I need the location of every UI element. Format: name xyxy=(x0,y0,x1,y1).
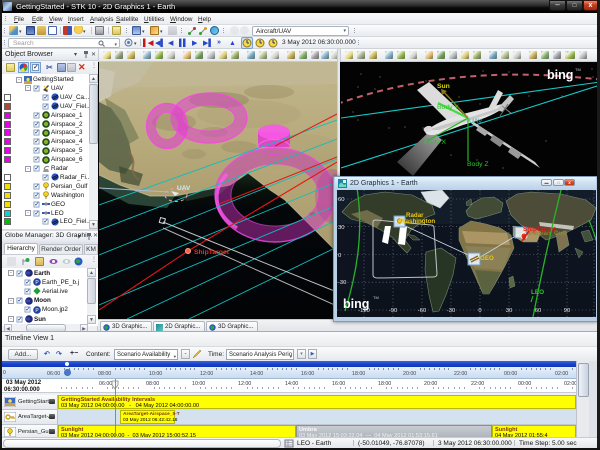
svg-text:bing: bing xyxy=(343,297,369,311)
svg-text:Body X: Body X xyxy=(424,139,446,146)
svg-text:bing: bing xyxy=(547,68,573,82)
svg-text:TM: TM xyxy=(373,295,379,300)
svg-text:ShipTarget: ShipTarget xyxy=(194,249,230,256)
svg-text:60: 60 xyxy=(338,197,344,203)
svg-text:0: 0 xyxy=(338,253,341,259)
svg-text:LEO: LEO xyxy=(531,289,544,296)
svg-text:GEO: GEO xyxy=(480,255,494,262)
svg-text:-60: -60 xyxy=(418,308,426,314)
svg-text:Sun: Sun xyxy=(437,83,450,90)
svg-text:Washington: Washington xyxy=(400,218,435,225)
svg-text:60: 60 xyxy=(535,308,541,314)
svg-text:-30: -30 xyxy=(447,308,455,314)
svg-text:-90: -90 xyxy=(389,308,397,314)
svg-text:0: 0 xyxy=(478,308,481,314)
svg-text:-30: -30 xyxy=(338,280,346,286)
svg-text:Body Z: Body Z xyxy=(467,161,489,168)
svg-text:Body Y: Body Y xyxy=(437,104,459,111)
svg-text:TM: TM xyxy=(575,67,581,72)
svg-text:90: 90 xyxy=(564,308,570,314)
svg-text:30: 30 xyxy=(506,308,512,314)
svg-text:30: 30 xyxy=(338,225,344,231)
svg-text:UAV: UAV xyxy=(177,185,191,192)
svg-text:UAV: UAV xyxy=(469,118,483,125)
